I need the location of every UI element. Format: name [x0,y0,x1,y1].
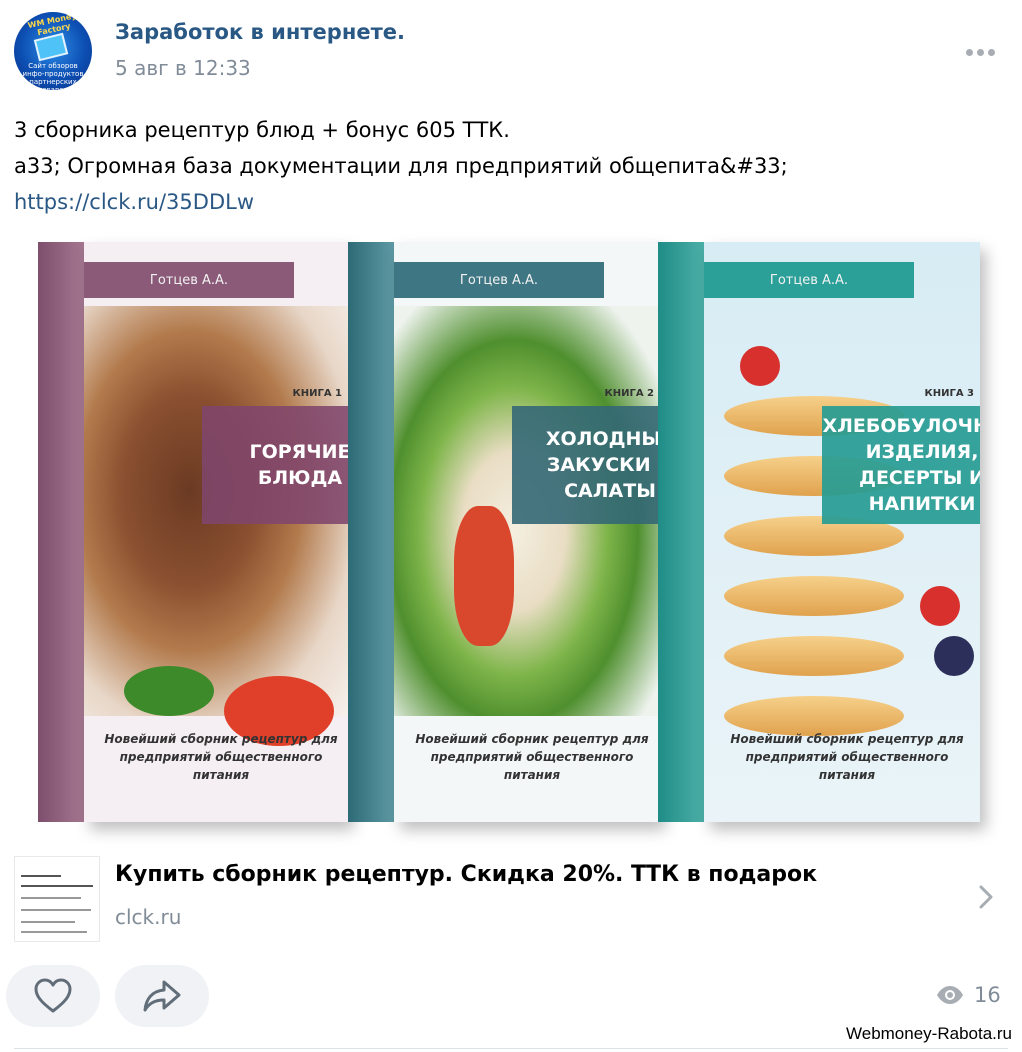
book-front: Готцев А.А. КНИГА 1 ГОРЯЧИЕ БЛЮДА Новейш… [84,242,348,822]
views-counter: 16 [936,983,1001,1007]
dot-icon [976,48,984,56]
book-spine [38,242,84,822]
post-text-line: a33; Огромная база документации для пред… [14,154,788,178]
post-text-line: 3 сборника рецептур блюд + бонус 605 ТТК… [14,118,510,142]
link-snippet-title[interactable]: Купить сборник рецептур. Скидка 20%. ТТК… [115,862,817,887]
book-number: КНИГА 3 [924,388,974,399]
post-image[interactable]: Готцев А.А. КНИГА 1 ГОРЯЧИЕ БЛЮДА Новейш… [14,232,1008,840]
strawberry-graphic [740,346,780,386]
thumb-line [21,885,93,887]
book-front: Готцев А.А. КНИГА 2 ХОЛОДНЫЕ ЗАКУСКИ И С… [394,242,660,822]
strawberry-graphic [920,586,960,626]
book-subtitle: Новейший сборник рецептур для предприяти… [730,732,964,782]
thumb-line [21,931,87,933]
book-number: КНИГА 1 [292,388,342,399]
thumb-line [21,909,91,911]
book-number: КНИГА 2 [604,388,654,399]
group-avatar[interactable]: WM Money Factory Сайт обзоров инфо-проду… [14,12,92,90]
dot-icon [987,48,995,56]
book-subtitle: Новейший сборник рецептур для предприяти… [104,732,338,782]
divider [14,1048,1008,1049]
book-spine [658,242,704,822]
pancake-graphic [724,636,904,676]
book-cover-1: Готцев А.А. КНИГА 1 ГОРЯЧИЕ БЛЮДА Новейш… [38,242,348,822]
chevron-right-icon[interactable] [972,880,1000,914]
book-author: Готцев А.А. [704,262,914,298]
group-name-link[interactable]: Заработок в интернете. [115,20,405,44]
post-link[interactable]: https://clck.ru/35DDLw [14,184,1004,220]
book-cover-3: Готцев А.А. КНИГА 3 ХЛЕБОБУЛОЧНЫЕ ИЗДЕЛИ… [658,242,980,822]
eye-icon [937,986,963,1004]
heart-icon [34,978,72,1013]
lettuce-graphic [124,666,214,716]
book-author: Готцев А.А. [84,262,294,298]
views-count: 16 [974,983,1001,1007]
thumb-line [21,897,81,899]
wall-post: WM Money Factory Сайт обзоров инфо-проду… [0,0,1022,1052]
link-thumbnail[interactable] [14,856,100,942]
share-arrow-icon [143,980,181,1012]
book-author: Готцев А.А. [394,262,604,298]
tomato-graphic [454,506,514,646]
like-button[interactable] [6,965,100,1027]
avatar-caption: Сайт обзоров инфо-продуктов партнерских … [22,62,84,90]
blueberry-graphic [934,636,974,676]
book-subtitle: Новейший сборник рецептур для предприяти… [415,732,649,782]
link-snippet-domain: clck.ru [115,905,182,929]
book-title: ХЛЕБОБУЛОЧНЫЕ ИЗДЕЛИЯ, ДЕСЕРТЫ И НАПИТКИ [822,406,980,524]
thumb-line [21,875,61,877]
book-cover-2: Готцев А.А. КНИГА 2 ХОЛОДНЫЕ ЗАКУСКИ И С… [348,242,660,822]
book-title: ХОЛОДНЫЕ ЗАКУСКИ И САЛАТЫ [512,406,660,524]
book-spine [348,242,394,822]
dot-icon [965,48,973,56]
post-text: 3 сборника рецептур блюд + бонус 605 ТТК… [14,112,1004,220]
pancake-graphic [724,576,904,616]
book-front: Готцев А.А. КНИГА 3 ХЛЕБОБУЛОЧНЫЕ ИЗДЕЛИ… [704,242,980,822]
watermark-text: Webmoney-Rabota.ru [846,1024,1012,1043]
more-options-button[interactable] [958,38,1002,66]
post-date[interactable]: 5 авг в 12:33 [115,56,251,80]
thumb-line [21,921,75,923]
book-title: ГОРЯЧИЕ БЛЮДА [202,406,348,524]
share-button[interactable] [115,965,209,1027]
